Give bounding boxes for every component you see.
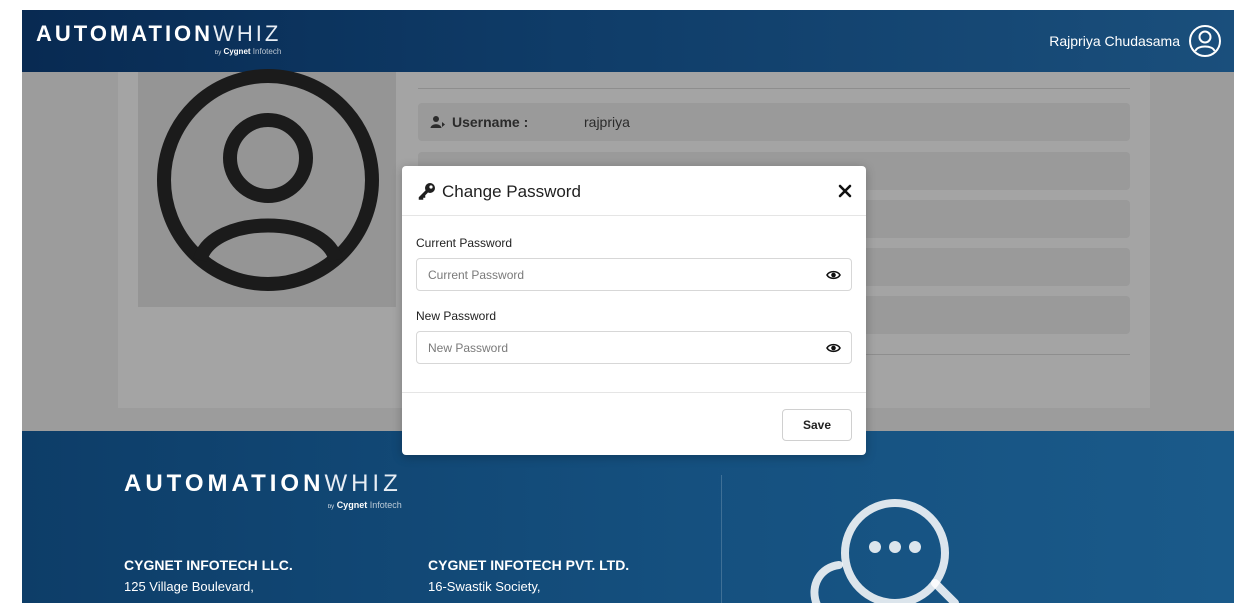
user-circle-icon[interactable]	[1188, 24, 1222, 58]
close-icon[interactable]	[838, 184, 852, 198]
new-password-label: New Password	[416, 309, 497, 323]
user-icon	[430, 116, 445, 128]
modal-footer-divider	[402, 392, 866, 393]
profile-divider-top	[418, 88, 1130, 89]
new-password-field	[416, 331, 852, 364]
user-name[interactable]: Rajpriya Chudasama	[1049, 33, 1180, 49]
user-menu[interactable]: Rajpriya Chudasama	[1049, 24, 1222, 58]
username-label: Username :	[452, 114, 529, 130]
company-pvt-name: CYGNET INFOTECH PVT. LTD.	[428, 557, 630, 573]
eye-icon[interactable]	[826, 341, 841, 355]
company-pvt: CYGNET INFOTECH PVT. LTD. 16-Swastik Soc…	[428, 557, 629, 594]
footer-divider	[721, 475, 722, 603]
profile-avatar-icon	[157, 69, 379, 291]
save-button[interactable]: Save	[782, 409, 852, 441]
key-icon	[418, 183, 435, 200]
username-value: rajpriya	[584, 114, 630, 130]
eye-icon[interactable]	[826, 268, 841, 282]
brand-logo[interactable]: AUTOMATIONWHIZ by Cygnet Infotech	[36, 21, 282, 57]
current-password-label: Current Password	[416, 236, 513, 250]
change-password-modal: Change Password Current Password New Pas…	[402, 166, 866, 455]
site-footer: AUTOMATIONWHIZ by Cygnet Infotech CYGNET…	[22, 431, 1234, 603]
company-llc: CYGNET INFOTECH LLC. 125 Village Bouleva…	[124, 557, 293, 594]
profile-field-username: Username : rajpriya	[418, 103, 1130, 141]
company-pvt-address: 16-Swastik Society,	[428, 579, 541, 594]
modal-title: Change Password	[442, 182, 581, 201]
brand-tagline: by Cygnet Infotech	[214, 47, 282, 56]
footer-brand-logo[interactable]: AUTOMATIONWHIZ by Cygnet Infotech	[124, 470, 402, 511]
brand-wordmark: AUTOMATIONWHIZ	[36, 21, 282, 46]
company-llc-address: 125 Village Boulevard,	[124, 579, 254, 594]
modal-header: Change Password	[402, 166, 866, 216]
current-password-field	[416, 258, 852, 291]
chat-bubble-icon	[810, 499, 959, 603]
new-password-input[interactable]	[417, 332, 797, 363]
top-navbar: AUTOMATIONWHIZ by Cygnet Infotech Rajpri…	[22, 10, 1234, 72]
footer-brand-wordmark: AUTOMATIONWHIZ	[124, 470, 402, 497]
footer-brand-tagline: by Cygnet Infotech	[327, 500, 402, 510]
current-password-input[interactable]	[417, 259, 797, 290]
company-llc-name: CYGNET INFOTECH LLC.	[124, 557, 293, 573]
profile-divider-bottom	[866, 354, 1130, 355]
